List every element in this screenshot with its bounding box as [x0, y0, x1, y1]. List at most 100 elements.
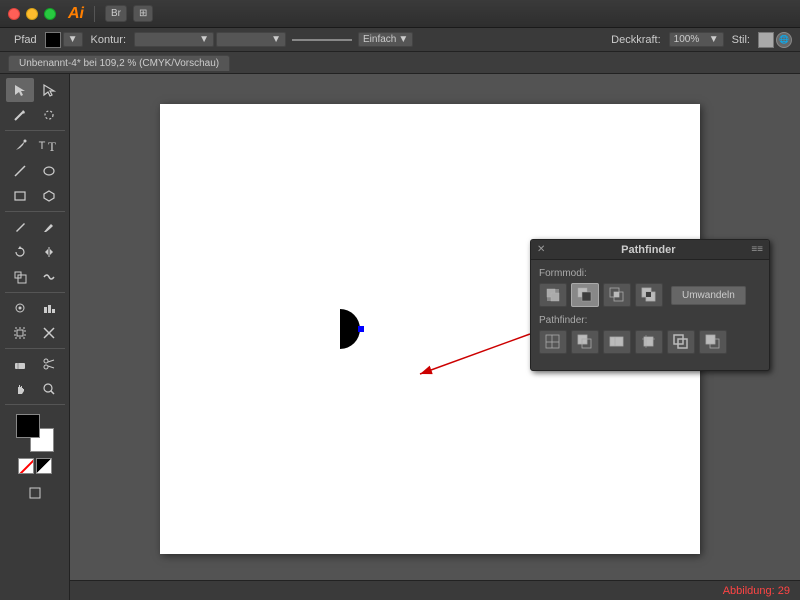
- line-tool[interactable]: [6, 159, 34, 183]
- none-swatch[interactable]: [18, 458, 34, 474]
- scale-tool[interactable]: [6, 265, 34, 289]
- tool-row-8: [2, 265, 67, 289]
- close-button[interactable]: [8, 8, 20, 20]
- menu-bar: Pfad ▼ Kontur: ▼ ▼ Einfach ▼ Deckkraft: …: [0, 28, 800, 52]
- polygon-tool[interactable]: [35, 184, 63, 208]
- pf-btn-1[interactable]: [539, 330, 567, 354]
- globe-icon[interactable]: 🌐: [776, 32, 792, 48]
- formmodi-btn-row: Umwandeln: [539, 283, 761, 307]
- stroke-width-dropdown[interactable]: ▼: [216, 32, 286, 47]
- form-mode-btn-1[interactable]: [539, 283, 567, 307]
- panel-close-button[interactable]: ✕: [537, 244, 545, 255]
- line-preview: [292, 39, 352, 41]
- pf-btn-6[interactable]: [699, 330, 727, 354]
- line-style-dropdown[interactable]: Einfach ▼: [358, 32, 413, 47]
- stil-swatch[interactable]: [758, 32, 774, 48]
- shape-container[interactable]: [310, 304, 370, 357]
- eraser-tool[interactable]: [6, 352, 34, 376]
- maximize-button[interactable]: [44, 8, 56, 20]
- rectangle-tool[interactable]: [6, 184, 34, 208]
- grid-button[interactable]: ⊞: [133, 5, 153, 22]
- warp-tool[interactable]: [35, 265, 63, 289]
- status-bar: Abbildung: 29: [70, 580, 800, 600]
- umwandeln-button[interactable]: Umwandeln: [671, 286, 746, 305]
- panel-body: Formmodi: Umwandeln: [531, 260, 769, 370]
- direct-selection-tool[interactable]: [35, 78, 63, 102]
- panel-menu-button[interactable]: ≡≡: [751, 244, 763, 255]
- slice-tool[interactable]: [35, 321, 63, 345]
- fg-color-swatch[interactable]: [16, 414, 40, 438]
- lasso-tool[interactable]: [35, 103, 63, 127]
- separator: [94, 6, 95, 22]
- rotate-tool[interactable]: [6, 240, 34, 264]
- pf-btn-4[interactable]: [635, 330, 663, 354]
- kontur-label: Kontur:: [85, 32, 132, 48]
- toolbar: T T: [0, 74, 70, 600]
- hand-tool[interactable]: [6, 377, 34, 401]
- magic-wand-tool[interactable]: [6, 103, 34, 127]
- color-box-area: [2, 412, 67, 476]
- deckkraft-dropdown[interactable]: 100% ▼: [669, 32, 724, 47]
- tab-bar: Unbenannt-4* bei 109,2 % (CMYK/Vorschau): [0, 52, 800, 74]
- tool-row-9: [2, 296, 67, 320]
- reflect-tool[interactable]: [35, 240, 63, 264]
- kontur-arrow: ▼: [199, 34, 209, 45]
- form-mode-btn-3[interactable]: [603, 283, 631, 307]
- pathfinder-panel: ✕ Pathfinder ≡≡ Formmodi:: [530, 239, 770, 371]
- svg-text:T: T: [48, 139, 56, 153]
- fill-swatch[interactable]: [45, 32, 61, 48]
- zoom-tool[interactable]: [35, 377, 63, 401]
- graph-tool[interactable]: [35, 296, 63, 320]
- ellipse-tool[interactable]: [35, 159, 63, 183]
- tool-row-11: [2, 352, 67, 376]
- bridge-button[interactable]: Br: [105, 5, 127, 22]
- deckkraft-label: Deckkraft:: [605, 32, 667, 48]
- tool-row-1: [2, 78, 67, 102]
- both-swatch[interactable]: [36, 458, 52, 474]
- tool-divider-2: [5, 211, 65, 212]
- deckkraft-value: 100%: [674, 34, 700, 45]
- app-icon: Ai: [68, 5, 84, 23]
- minimize-button[interactable]: [26, 8, 38, 20]
- pf-btn-2[interactable]: [571, 330, 599, 354]
- selection-tool[interactable]: [6, 78, 34, 102]
- kontur-dropdown[interactable]: ▼: [134, 32, 214, 47]
- text-tool[interactable]: T T: [35, 134, 63, 158]
- tool-divider-4: [5, 348, 65, 349]
- shape-svg: [310, 304, 370, 354]
- form-mode-btn-2[interactable]: [571, 283, 599, 307]
- pathfinder-label: Pathfinder:: [539, 315, 761, 326]
- main-area: T T: [0, 74, 800, 600]
- document-tab[interactable]: Unbenannt-4* bei 109,2 % (CMYK/Vorschau): [8, 55, 230, 71]
- deckkraft-arrow: ▼: [709, 34, 719, 45]
- line-style-arrow: ▼: [398, 34, 408, 45]
- form-mode-btn-4[interactable]: [635, 283, 663, 307]
- tool-row-7: [2, 240, 67, 264]
- tool-row-6: [2, 215, 67, 239]
- title-bar: Ai Br ⊞: [0, 0, 800, 28]
- color-divider: [5, 404, 65, 405]
- pen-tool[interactable]: [6, 134, 34, 158]
- tool-row-4: [2, 159, 67, 183]
- symbol-tool[interactable]: [6, 296, 34, 320]
- paintbrush-tool[interactable]: [35, 215, 63, 239]
- tool-row-2: [2, 103, 67, 127]
- tool-row-5: [2, 184, 67, 208]
- tool-divider-3: [5, 292, 65, 293]
- tool-row-12: [2, 377, 67, 401]
- fill-dropdown[interactable]: ▼: [63, 32, 83, 47]
- pfad-label: Pfad: [8, 32, 43, 48]
- change-screen-mode[interactable]: [21, 481, 49, 505]
- tool-row-3: T T: [2, 134, 67, 158]
- pf-btn-3[interactable]: [603, 330, 631, 354]
- pathfinder-btn-row: [539, 330, 761, 354]
- tool-row-10: [2, 321, 67, 345]
- stroke-width-arrow: ▼: [271, 34, 281, 45]
- pencil-tool[interactable]: [6, 215, 34, 239]
- formmodi-label: Formmodi:: [539, 268, 761, 279]
- pf-btn-5[interactable]: [667, 330, 695, 354]
- artboard-tool[interactable]: [6, 321, 34, 345]
- panel-title: Pathfinder: [621, 244, 675, 256]
- scissors-tool[interactable]: [35, 352, 63, 376]
- panel-titlebar: ✕ Pathfinder ≡≡: [531, 240, 769, 260]
